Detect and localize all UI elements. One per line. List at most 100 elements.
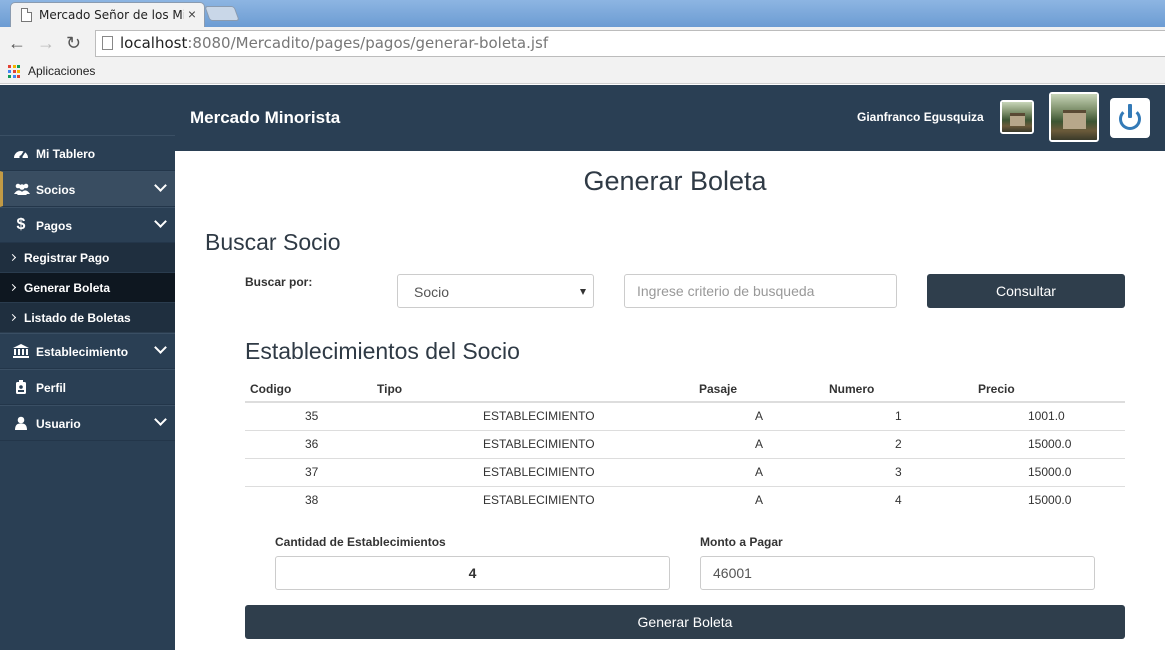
id-badge-icon [12,380,30,394]
sidebar-subitem-generar-boleta[interactable]: Generar Boleta [0,273,175,303]
chevron-right-icon [8,313,17,322]
sidebar-subitem-registrar-pago[interactable]: Registrar Pago [0,243,175,273]
table-cell: 15000.0 [978,458,1125,487]
table-cell: 38 [305,493,319,508]
apps-dot [8,69,11,73]
establishments-table: Codigo Tipo Pasaje Numero Precio 35 ESTAB… [245,376,1125,514]
forward-icon[interactable]: → [37,33,55,54]
search-by-label: Buscar por: [245,275,313,289]
main-content: Generar Boleta Buscar Socio Buscar por: … [175,151,1165,650]
table-row[interactable]: 38 ESTABLECIMIENTO A 4 15000.0 [245,486,1125,514]
chevron-down-icon [154,215,167,228]
search-by-select[interactable]: Socio [397,274,594,308]
section-title-establecimientos: Establecimientos del Socio [245,338,520,364]
pagos-submenu: Registrar Pago Generar Boleta Listado de… [0,243,175,333]
consult-button[interactable]: Consultar [927,274,1125,308]
table-cell: ESTABLECIMIENTO [377,402,699,431]
table-cell: 1 [829,402,978,431]
table-cell: 15000.0 [978,430,1125,459]
apps-dot [12,69,16,73]
apps-grid-icon[interactable] [8,65,21,78]
sidebar-item-establecimiento[interactable]: Establecimiento [0,333,175,369]
cantidad-label: Cantidad de Establecimientos [275,535,446,549]
browser-tab[interactable]: Mercado Señor de los Mil × [10,2,205,27]
avatar[interactable] [1049,92,1099,142]
table-cell: ESTABLECIMIENTO [483,493,595,508]
table-cell: ESTABLECIMIENTO [377,430,699,459]
app-header: Mercado Minorista Gianfranco Egusquiza [175,85,1165,151]
table-cell: 2 [829,430,978,459]
chevron-down-icon [154,179,167,192]
apps-dot [17,65,20,68]
bank-icon [12,344,30,358]
reload-icon[interactable]: ↻ [66,33,81,54]
table-cell: 4 [895,493,902,508]
apps-dot [8,74,11,78]
url-field[interactable]: localhost:8080/Mercadito/pages/pagos/gen… [95,30,1165,57]
browser-tab-bar: Mercado Señor de los Mil × [0,0,1165,27]
sidebar-header [0,85,175,135]
column-header[interactable]: Numero [829,376,978,403]
table-cell: ESTABLECIMIENTO [377,458,699,487]
apps-dot [12,65,16,68]
power-button[interactable] [1110,98,1150,138]
chevron-right-icon [8,253,17,262]
cantidad-field[interactable]: 4 [275,556,670,590]
table-cell: A [755,493,764,508]
table-cell: 1001.0 [978,402,1125,431]
table-row[interactable]: 36 ESTABLECIMIENTO A 2 15000.0 [245,430,1125,459]
sidebar-item-mi-tablero[interactable]: Mi Tablero [0,135,175,171]
chevron-right-icon [8,283,17,292]
sidebar-item-usuario[interactable]: Usuario [0,405,175,441]
table-cell: 3 [829,458,978,487]
avatar[interactable] [1000,100,1034,134]
tab-close-icon[interactable]: × [188,6,196,22]
monto-field[interactable]: 46001 [700,556,1095,590]
apps-bookmark[interactable]: Aplicaciones [28,64,95,78]
table-cell: 36 [245,430,377,459]
table-row[interactable]: 37 ESTABLECIMIENTO A 3 15000.0 [245,458,1125,487]
table-cell: A [699,430,829,459]
dropdown-caret-icon [580,289,586,295]
dashboard-icon [12,146,30,160]
address-bar-row: ← → ↻ localhost:8080/Mercadito/pages/pag… [0,27,1165,60]
search-input[interactable] [624,274,897,308]
chevron-down-icon [154,341,167,354]
chevron-down-icon [154,413,167,426]
sidebar-item-pagos[interactable]: $ Pagos [0,207,175,243]
sidebar: Mi Tablero Socios $ Pagos Registrar Pago… [0,85,175,650]
sidebar-item-socios[interactable]: Socios [0,171,175,207]
page-title: Generar Boleta [583,166,767,196]
column-header[interactable]: Pasaje [699,376,829,403]
table-cell: 15000.0 [1028,493,1072,508]
back-icon[interactable]: ← [8,33,26,54]
tab-title: Mercado Señor de los Mil [39,8,184,22]
apps-dot [12,74,16,78]
apps-dot [17,69,20,73]
table-cell: 37 [245,458,377,487]
bookmarks-bar: Aplicaciones [0,60,1165,84]
page-icon [102,36,113,50]
column-header[interactable]: Codigo [245,376,377,403]
dollar-icon: $ [16,216,26,233]
generate-boleta-button[interactable]: Generar Boleta [245,605,1125,639]
table-header-row: Codigo Tipo Pasaje Numero Precio [245,376,1125,403]
sidebar-subitem-listado-boletas[interactable]: Listado de Boletas [0,303,175,333]
table-row[interactable]: 35 ESTABLECIMIENTO A 1 1001.0 [245,402,1125,431]
table-cell: A [699,402,829,431]
column-header[interactable]: Precio [978,376,1125,403]
monto-label: Monto a Pagar [700,535,783,549]
section-title-buscar: Buscar Socio [205,229,341,255]
table-cell: 35 [245,402,377,431]
page-icon [21,8,32,22]
user-icon [12,416,30,430]
new-tab-button[interactable] [204,6,240,21]
sidebar-item-perfil[interactable]: Perfil [0,369,175,405]
column-header[interactable]: Tipo [377,376,699,403]
users-icon [13,182,31,196]
table-cell: A [699,458,829,487]
user-name[interactable]: Gianfranco Egusquiza [857,110,984,124]
apps-dot [17,74,20,78]
apps-dot [8,65,11,68]
brand-title[interactable]: Mercado Minorista [190,108,340,128]
